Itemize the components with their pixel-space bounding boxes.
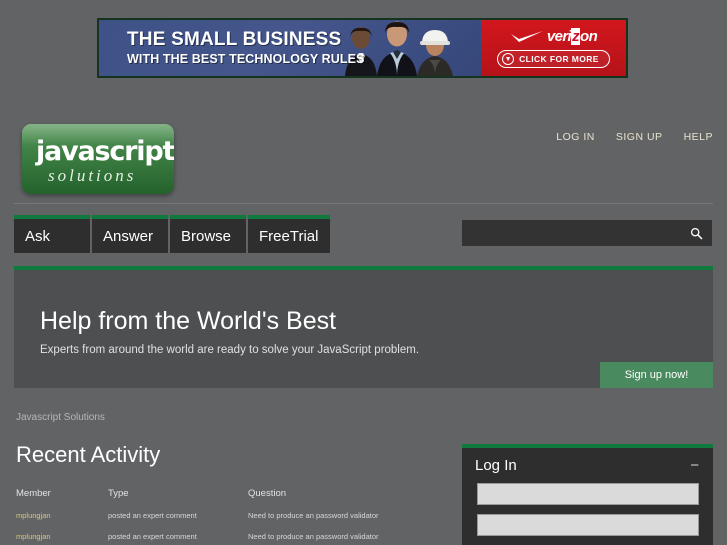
page-title: Recent Activity xyxy=(16,442,161,467)
verizon-logo: verizon xyxy=(510,28,598,45)
sign-up-now-button[interactable]: Sign up now! xyxy=(600,362,713,388)
top-navigation: LOG IN SIGN UP HELP xyxy=(556,131,713,143)
tab-ask-label: Ask xyxy=(25,227,51,245)
table-row: mplungjan posted an expert comment Need … xyxy=(16,532,444,545)
table-header-row: Member Type Question xyxy=(16,488,444,511)
breadcrumb: Javascript Solutions xyxy=(16,412,105,423)
nav-link-log-in[interactable]: LOG IN xyxy=(556,131,595,143)
tab-browse[interactable]: Browse xyxy=(170,215,246,253)
tab-freetrial[interactable]: FreeTrial xyxy=(248,215,331,253)
verizon-wordmark: verizon xyxy=(546,28,598,45)
cell-type: posted an expert comment xyxy=(108,511,197,520)
tab-answer[interactable]: Answer xyxy=(92,215,168,253)
cell-type: posted an expert comment xyxy=(108,532,197,541)
verizon-check-icon xyxy=(510,30,543,42)
hero-banner: Help from the World's Best Experts from … xyxy=(14,266,713,388)
advertisement-banner[interactable]: THE SMALL BUSINESS WITH THE BEST TECHNOL… xyxy=(97,18,628,78)
tab-ask[interactable]: Ask xyxy=(14,215,90,253)
username-field[interactable] xyxy=(476,483,699,505)
search-container[interactable] xyxy=(462,220,712,246)
login-panel-header: Log In − xyxy=(462,448,713,474)
column-header-type: Type xyxy=(108,488,129,499)
logo-primary-text: javascript xyxy=(36,136,174,167)
recent-activity-section: Recent Activity Member Type Question mpl… xyxy=(16,442,444,545)
cell-question[interactable]: Need to produce an password validator xyxy=(248,511,444,532)
search-input[interactable] xyxy=(462,220,688,246)
table-row: mplungjan posted an expert comment Need … xyxy=(16,511,444,532)
cell-question[interactable]: Need to produce an password validator xyxy=(248,532,444,545)
ad-text-block: THE SMALL BUSINESS WITH THE BEST TECHNOL… xyxy=(99,30,365,66)
click-for-more-button[interactable]: ▼ CLICK FOR MORE xyxy=(497,50,610,68)
ad-left-panel: THE SMALL BUSINESS WITH THE BEST TECHNOL… xyxy=(99,20,481,76)
logo-secondary-text: solutions xyxy=(48,166,137,185)
ad-right-panel[interactable]: verizon ▼ CLICK FOR MORE xyxy=(481,20,626,76)
login-panel: Log In − xyxy=(462,444,713,545)
tab-answer-label: Answer xyxy=(103,227,154,245)
nav-link-help[interactable]: HELP xyxy=(684,131,713,143)
column-header-member: Member xyxy=(16,488,51,499)
click-for-more-label: CLICK FOR MORE xyxy=(519,54,599,64)
activity-table: Member Type Question mplungjan posted an… xyxy=(16,488,444,545)
hero-title: Help from the World's Best xyxy=(40,307,337,335)
nav-link-sign-up[interactable]: SIGN UP xyxy=(616,131,663,143)
site-logo[interactable]: javascript solutions xyxy=(22,124,174,194)
search-icon[interactable] xyxy=(690,227,703,240)
cell-member[interactable]: mplungjan xyxy=(16,532,108,545)
chevron-down-icon: ▼ xyxy=(502,53,515,65)
tab-freetrial-label: FreeTrial xyxy=(259,227,319,245)
ad-subheadline: WITH THE BEST TECHNOLOGY RULES xyxy=(127,51,365,66)
header-divider xyxy=(14,203,713,204)
hero-subtitle: Experts from around the world are ready … xyxy=(40,344,420,356)
ad-headline: THE SMALL BUSINESS xyxy=(127,29,342,51)
login-panel-title: Log In xyxy=(475,457,517,474)
cell-member[interactable]: mplungjan xyxy=(16,511,108,532)
password-field[interactable] xyxy=(476,514,699,536)
main-tab-bar: Ask Answer Browse FreeTrial xyxy=(14,215,331,253)
page-root: THE SMALL BUSINESS WITH THE BEST TECHNOL… xyxy=(0,0,727,545)
minimize-icon[interactable]: − xyxy=(690,458,699,473)
tab-browse-label: Browse xyxy=(181,227,232,245)
column-header-question: Question xyxy=(248,488,287,499)
